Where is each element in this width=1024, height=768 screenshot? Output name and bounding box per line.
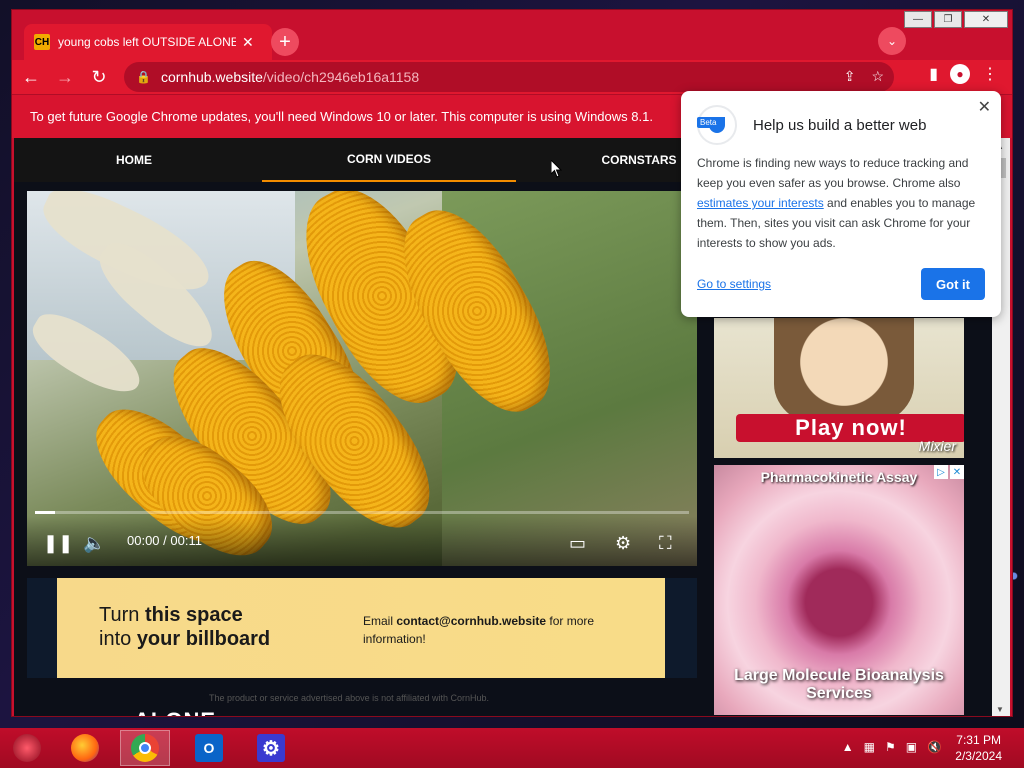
video-time: 00:00 / 00:11	[127, 533, 202, 548]
tab-strip: CH young cobs left OUTSIDE ALONE ✕ + ⌄ —…	[12, 10, 1012, 60]
estimates-interests-link[interactable]: estimates your interests	[697, 196, 824, 210]
billboard-email-prefix: Email	[363, 614, 397, 628]
mouse-cursor-icon	[550, 158, 563, 183]
browser-toolbar: ← → ↻ 🔒 cornhub.website/video/ch2946eb16…	[12, 60, 1012, 94]
browser-tab[interactable]: CH young cobs left OUTSIDE ALONE ✕	[24, 24, 272, 60]
game-ad[interactable]: Play now! Mixier	[714, 318, 964, 458]
bioanalysis-ad[interactable]: Pharmacokinetic Assay ▷ ✕ Large Molecule …	[714, 465, 964, 715]
settings-gear-icon: ⚙	[257, 734, 285, 762]
ad-disclaimer: The product or service advertised above …	[209, 693, 489, 703]
volume-icon[interactable]: 🔈	[83, 533, 105, 554]
volume-muted-icon[interactable]: 🔇	[927, 740, 942, 754]
system-tray: ▲ ▦ ⚑ ▣ 🔇	[842, 740, 942, 754]
ad-brand-logo: Mixier	[918, 438, 956, 454]
omnibox-actions: ⇪ ☆	[844, 68, 884, 85]
maximize-button[interactable]: ❐	[934, 11, 962, 28]
taskbar: O ⚙ ▲ ▦ ⚑ ▣ 🔇 7:31 PM 2/3/2024	[0, 728, 1024, 768]
fullscreen-icon[interactable]: ⛶	[659, 533, 672, 554]
billboard-text-bold: your billboard	[136, 628, 271, 650]
billboard-line-2: into your billboard	[99, 628, 270, 651]
forward-button[interactable]: →	[50, 62, 80, 92]
outlook-icon: O	[195, 734, 223, 762]
billboard-ad[interactable]: Turn this space into your billboard Emai…	[57, 578, 665, 678]
close-window-button[interactable]: ✕	[964, 11, 1008, 28]
site-favicon-icon: CH	[34, 34, 50, 50]
minimize-button[interactable]: —	[904, 11, 932, 28]
ad-headline: Pharmacokinetic Assay	[760, 469, 918, 485]
nav-corn-videos[interactable]: CORN VIDEOS	[262, 138, 516, 182]
clock-date: 2/3/2024	[955, 749, 1002, 763]
network-icon[interactable]: ▦	[864, 740, 875, 754]
miniplayer-icon[interactable]: ▭	[569, 533, 586, 554]
billboard-text-bold: this space	[144, 604, 243, 626]
billboard-text: Turn	[99, 604, 145, 626]
new-tab-button[interactable]: +	[271, 28, 299, 56]
tray-expand-icon[interactable]: ▲	[842, 740, 854, 754]
video-progress-fill	[35, 511, 55, 514]
taskbar-outlook[interactable]: O	[184, 730, 234, 766]
window-controls: — ❐ ✕	[904, 11, 1008, 28]
url-host: cornhub.website	[160, 69, 263, 85]
settings-gear-icon[interactable]: ⚙	[615, 533, 631, 554]
tab-title: young cobs left OUTSIDE ALONE	[58, 35, 236, 49]
taskbar-clock[interactable]: 7:31 PM 2/3/2024	[955, 732, 1002, 764]
tab-search-button[interactable]: ⌄	[878, 27, 906, 55]
got-it-button[interactable]: Got it	[921, 268, 985, 300]
anime-character-image	[774, 318, 914, 428]
display-icon[interactable]: ▣	[906, 740, 917, 754]
side-panel-icon[interactable]: ▮	[929, 64, 938, 84]
adchoices-icon[interactable]: ▷	[934, 465, 948, 479]
taskbar-chrome[interactable]	[120, 730, 170, 766]
ad-close-icon[interactable]: ✕	[950, 465, 964, 479]
billboard-line-1: Turn this space	[99, 604, 243, 627]
popup-body-text: Chrome is finding new ways to reduce tra…	[697, 156, 969, 190]
start-orb-icon	[13, 734, 41, 762]
share-icon[interactable]: ⇪	[844, 68, 856, 85]
go-to-settings-link[interactable]: Go to settings	[697, 277, 771, 291]
tab-close-icon[interactable]: ✕	[242, 34, 254, 51]
taskbar-settings[interactable]: ⚙	[246, 730, 296, 766]
menu-kebab-icon[interactable]: ⋮	[982, 64, 998, 84]
profile-avatar[interactable]: ●	[950, 64, 970, 84]
privacy-sandbox-popup: Beta Help us build a better web ✕ Chrome…	[681, 91, 1001, 317]
chrome-icon	[131, 734, 159, 762]
firefox-icon	[71, 734, 99, 762]
popup-title: Help us build a better web	[753, 117, 927, 134]
billboard-email[interactable]: contact@cornhub.website	[396, 614, 546, 628]
billboard-email-text: Email contact@cornhub.website for more i…	[363, 612, 623, 648]
taskbar-firefox[interactable]	[60, 730, 110, 766]
popup-close-icon[interactable]: ✕	[978, 97, 991, 117]
beta-badge: Beta	[697, 117, 720, 128]
back-button[interactable]: ←	[16, 62, 46, 92]
video-progress-bar[interactable]	[35, 511, 689, 514]
toolbar-actions: ▮ ● ⋮	[929, 64, 998, 84]
address-bar[interactable]: 🔒 cornhub.website/video/ch2946eb16a1158 …	[124, 62, 894, 92]
ad-subheadline: Large Molecule Bioanalysis Services	[734, 667, 944, 702]
bookmark-star-icon[interactable]: ☆	[871, 68, 884, 85]
pause-icon[interactable]: ❚❚	[43, 533, 73, 554]
clock-time: 7:31 PM	[956, 733, 1001, 747]
video-player[interactable]: ❚❚ 🔈 00:00 / 00:11 ▭ ⚙ ⛶	[27, 191, 697, 566]
scroll-down-icon[interactable]: ▼	[996, 705, 1004, 714]
reload-button[interactable]: ↻	[84, 62, 114, 92]
popup-body: Chrome is finding new ways to reduce tra…	[697, 153, 989, 253]
url-path: /video/ch2946eb16a1158	[262, 69, 420, 85]
billboard-text: into	[99, 628, 137, 650]
start-button[interactable]	[2, 730, 52, 766]
video-title-partial: ALONE	[134, 708, 216, 716]
video-controls: ❚❚ 🔈 00:00 / 00:11 ▭ ⚙ ⛶	[27, 516, 697, 566]
billboard-container: Turn this space into your billboard Emai…	[27, 578, 697, 678]
lock-icon[interactable]: 🔒	[136, 70, 151, 84]
adchoices-badge[interactable]: ▷ ✕	[934, 465, 964, 479]
nav-home[interactable]: HOME	[74, 138, 194, 182]
flag-icon[interactable]: ⚑	[885, 740, 896, 754]
